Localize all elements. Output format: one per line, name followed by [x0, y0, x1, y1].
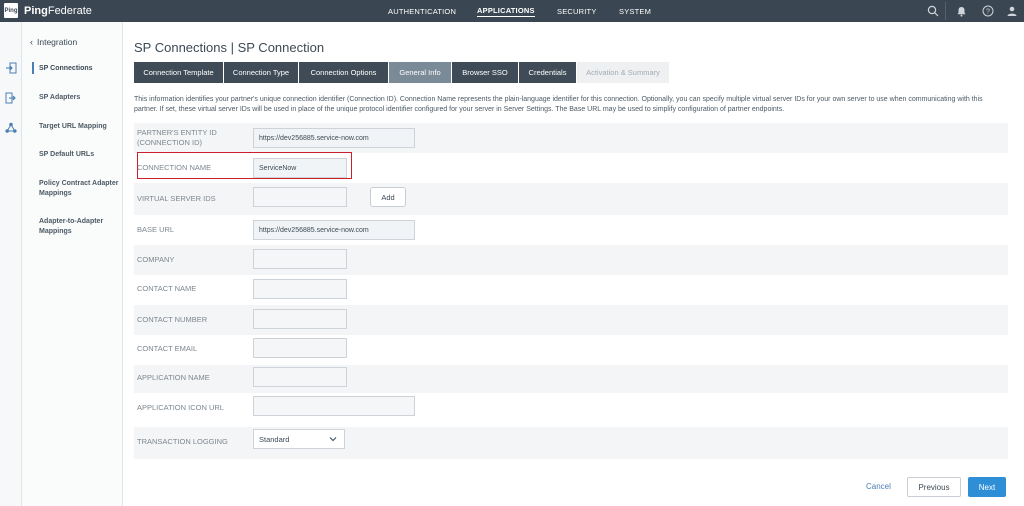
form-row-base-url: BASE URL https://dev256885.service-now.c…	[134, 215, 1008, 245]
base-url-label: BASE URL	[137, 225, 175, 234]
entity-id-label: PARTNER'S ENTITY ID (CONNECTION ID)	[137, 128, 217, 147]
sidebar-item-sp-adapters[interactable]: SP Adapters	[39, 93, 121, 103]
wizard-tabs: Connection Template Connection Type Conn…	[134, 62, 670, 83]
transaction-logging-select[interactable]: Standard	[253, 429, 345, 449]
company-field[interactable]	[253, 249, 347, 269]
tab-browser-sso[interactable]: Browser SSO	[452, 62, 519, 83]
tab-connection-type[interactable]: Connection Type	[224, 62, 299, 83]
form-row-entity-id: PARTNER'S ENTITY ID (CONNECTION ID) http…	[134, 123, 1008, 153]
form-row-application-name: APPLICATION NAME	[134, 365, 1008, 393]
page-description: This information identifies your partner…	[134, 96, 983, 113]
form-row-virtual-server-ids: VIRTUAL SERVER IDS Add	[134, 183, 1008, 215]
form-row-company: COMPANY	[134, 245, 1008, 275]
sidebar-item-target-url-mapping[interactable]: Target URL Mapping	[39, 122, 121, 132]
company-label: COMPANY	[137, 255, 175, 264]
network-icon[interactable]	[3, 120, 19, 136]
application-icon-url-field[interactable]	[253, 396, 415, 416]
top-bar: Ping PingFederate AUTHENTICATION APPLICA…	[0, 0, 1024, 22]
nav-applications[interactable]: APPLICATIONS	[477, 6, 535, 17]
contact-number-field[interactable]	[253, 309, 347, 329]
active-marker	[32, 62, 34, 74]
sidebar-back-integration[interactable]: ‹ Integration	[30, 37, 77, 47]
sidebar-item-policy-contract-adapter-mappings[interactable]: Policy Contract Adapter Mappings	[39, 179, 121, 199]
entity-id-field[interactable]: https://dev256885.service-now.com	[253, 128, 415, 148]
tab-connection-template[interactable]: Connection Template	[134, 62, 224, 83]
form-row-application-icon-url: APPLICATION ICON URL	[134, 393, 1008, 427]
bell-icon[interactable]	[953, 3, 969, 19]
nav-security[interactable]: SECURITY	[557, 7, 597, 16]
contact-name-label: CONTACT NAME	[137, 284, 197, 293]
nav-authentication[interactable]: AUTHENTICATION	[388, 7, 456, 16]
tab-credentials[interactable]: Credentials	[519, 62, 577, 83]
tab-general-info[interactable]: General Info	[389, 62, 452, 83]
page-title: SP Connections | SP Connection	[134, 40, 325, 55]
form-row-contact-number: CONTACT NUMBER	[134, 305, 1008, 335]
tab-connection-options[interactable]: Connection Options	[299, 62, 389, 83]
application-name-field[interactable]	[253, 367, 347, 387]
chevron-left-icon: ‹	[30, 37, 33, 47]
contact-email-field[interactable]	[253, 338, 347, 358]
svg-text:?: ?	[986, 9, 990, 16]
sidebar: ‹ Integration SP Connections SP Adapters…	[22, 22, 123, 506]
contact-name-field[interactable]	[253, 279, 347, 299]
application-icon-url-label: APPLICATION ICON URL	[137, 403, 224, 412]
brand-logo[interactable]: Ping PingFederate	[4, 3, 92, 18]
form-row-transaction-logging: TRANSACTION LOGGING Standard	[134, 427, 1008, 459]
contact-number-label: CONTACT NUMBER	[137, 315, 208, 324]
virtual-server-ids-field[interactable]	[253, 187, 347, 207]
previous-button[interactable]: Previous	[907, 477, 961, 497]
transaction-logging-value: Standard	[259, 434, 290, 444]
brand-name: PingFederate	[24, 4, 92, 17]
tab-activation-summary: Activation & Summary	[577, 62, 670, 83]
virtual-server-ids-label: VIRTUAL SERVER IDS	[137, 194, 216, 203]
application-name-label: APPLICATION NAME	[137, 373, 210, 382]
search-icon[interactable]	[925, 3, 941, 19]
user-icon[interactable]	[1004, 3, 1020, 19]
sidebar-title: Integration	[37, 37, 78, 47]
base-url-field[interactable]: https://dev256885.service-now.com	[253, 220, 415, 240]
logout-icon[interactable]	[3, 90, 19, 106]
chevron-down-icon	[329, 435, 337, 445]
next-button[interactable]: Next	[968, 477, 1006, 497]
form-row-contact-name: CONTACT NAME	[134, 275, 1008, 305]
top-divider	[945, 2, 946, 20]
icon-rail	[0, 22, 22, 506]
transaction-logging-label: TRANSACTION LOGGING	[137, 437, 228, 446]
sidebar-item-sp-connections[interactable]: SP Connections	[39, 64, 121, 74]
nav-system[interactable]: SYSTEM	[619, 7, 651, 16]
cancel-button[interactable]: Cancel	[866, 482, 891, 491]
connection-name-highlight	[137, 152, 352, 179]
contact-email-label: CONTACT EMAIL	[137, 344, 198, 353]
add-virtual-server-id-button[interactable]: Add	[370, 187, 406, 207]
ping-badge-icon: Ping	[4, 3, 18, 18]
help-icon[interactable]: ?	[980, 3, 996, 19]
sidebar-item-sp-default-urls[interactable]: SP Default URLs	[39, 150, 121, 160]
login-icon[interactable]	[3, 60, 19, 76]
sidebar-item-adapter-to-adapter-mappings[interactable]: Adapter-to-Adapter Mappings	[39, 217, 121, 237]
form-row-contact-email: CONTACT EMAIL	[134, 335, 1008, 365]
